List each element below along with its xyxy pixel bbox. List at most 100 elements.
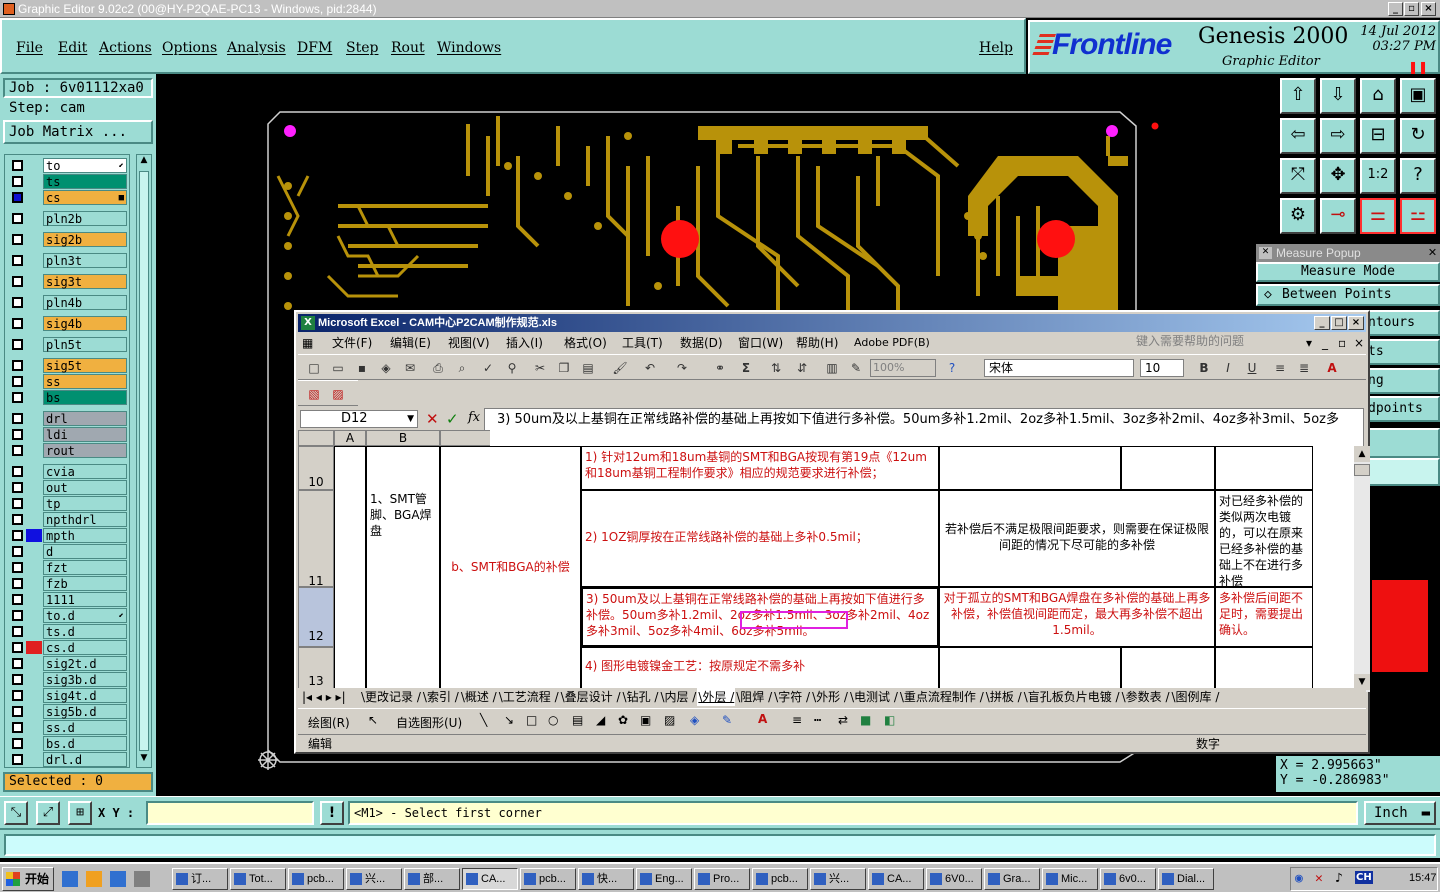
bold-icon[interactable]: B [1196, 360, 1212, 376]
tool-settings-icon[interactable]: ⚙ [1280, 198, 1316, 234]
layer-checkbox[interactable] [12, 578, 23, 589]
menu-rout[interactable]: Rout [391, 40, 425, 56]
start-button[interactable]: 开始 [2, 867, 54, 891]
excel-menu-pdf[interactable]: Adobe PDF(B) [854, 332, 930, 354]
sheet-tab[interactable]: \更改记录 / [360, 688, 422, 706]
rectangle-icon[interactable]: □ [526, 713, 537, 727]
sort-desc-icon[interactable]: ⇵ [794, 360, 810, 376]
layer-name[interactable]: sig2b [43, 232, 127, 247]
taskbar-item[interactable]: 部... [404, 868, 460, 890]
layer-name[interactable]: to.d ⬋ [43, 608, 127, 623]
layer-row-1111[interactable]: 1111 [7, 592, 129, 607]
layer-row-pln5t[interactable]: pln5t [7, 337, 129, 352]
select-pointer-icon[interactable]: ↖ [368, 713, 378, 727]
layer-name[interactable]: bs [43, 390, 127, 405]
doc-minimize-icon[interactable]: _ [1322, 332, 1328, 354]
name-box-dropdown-icon[interactable]: ▼ [407, 411, 414, 427]
pdf-mail-icon[interactable]: ▨ [330, 386, 346, 402]
layer-checkbox[interactable] [12, 376, 23, 387]
print-icon[interactable]: ⎙ [430, 360, 446, 376]
help-search-box[interactable]: 键入需要帮助的问题 [1136, 332, 1316, 350]
layer-row-rout[interactable]: rout [7, 443, 129, 458]
layer-row-d[interactable]: d [7, 544, 129, 559]
layer-name[interactable]: d [43, 544, 127, 559]
taskbar-item[interactable]: Mic... [1042, 868, 1098, 890]
layer-row-sig5t[interactable]: sig5t [7, 358, 129, 373]
excel-menu-help[interactable]: 帮助(H) [796, 332, 838, 354]
popup-close-icon[interactable]: ✕ [1426, 246, 1439, 259]
layer-checkbox[interactable] [12, 514, 23, 525]
format-painter-icon[interactable]: 🖌 [612, 360, 628, 376]
tray-ime-icon[interactable]: CH [1355, 871, 1373, 884]
draw-menu[interactable]: 绘图(R) [308, 714, 350, 731]
layer-checkbox[interactable] [12, 445, 23, 456]
layer-checkbox[interactable] [12, 546, 23, 557]
column-header-a[interactable]: A [334, 430, 366, 446]
sheet-tab[interactable]: \外层 / [697, 688, 736, 706]
layer-row-to-d[interactable]: to.d ⬋ [7, 608, 129, 623]
layer-row-pln3t[interactable]: pln3t [7, 253, 129, 268]
layer-name[interactable]: sig4b [43, 316, 127, 331]
layer-name[interactable]: sig4t.d [43, 688, 127, 703]
cell-d13[interactable]: 4) 图形电镀镍金工艺：按原规定不需多补 [581, 647, 939, 688]
menu-step[interactable]: Step [346, 40, 378, 56]
snap-icon[interactable]: ⤢ [36, 801, 60, 825]
select-all-corner[interactable] [298, 430, 334, 446]
layer-row-sig4t-d[interactable]: sig4t.d [7, 688, 129, 703]
line-color-icon[interactable]: ✎ [722, 713, 732, 727]
picture-icon[interactable]: ▨ [664, 713, 675, 727]
wordart-icon[interactable]: ◢ [596, 713, 605, 727]
tool-redraw-icon[interactable]: ↻ [1400, 118, 1436, 154]
scroll-thumb[interactable] [139, 171, 149, 751]
between-points-option[interactable]: ◇ Between Points [1256, 284, 1440, 306]
layer-name[interactable]: ss [43, 374, 127, 389]
layer-checkbox[interactable] [12, 392, 23, 403]
layer-name[interactable]: ts [43, 174, 127, 189]
layer-name[interactable]: pln4b [43, 295, 127, 310]
layer-row-bs[interactable]: bs [7, 390, 129, 405]
layer-row-ss[interactable]: ss [7, 374, 129, 389]
quick-launch-icon[interactable] [110, 871, 126, 887]
tool-center-icon[interactable]: ✥ [1320, 158, 1356, 194]
row-header-12[interactable]: 12 [298, 587, 334, 647]
row-header-11[interactable]: 11 [298, 490, 334, 588]
excel-maximize-button[interactable]: □ [1331, 316, 1347, 330]
chart-wizard-icon[interactable]: ▥ [824, 360, 840, 376]
scroll-up-icon[interactable]: ▲ [138, 155, 150, 167]
quick-launch-icon[interactable] [62, 871, 78, 887]
line-icon[interactable]: ╲ [480, 713, 487, 727]
menu-actions[interactable]: Actions [99, 40, 152, 56]
taskbar-item[interactable]: Eng... [636, 868, 692, 890]
row-header-10[interactable]: 10 [298, 446, 334, 490]
doc-close-icon[interactable]: × [1354, 332, 1364, 354]
menu-windows[interactable]: Windows [437, 40, 501, 56]
layer-name[interactable]: rout [43, 443, 127, 458]
menu-edit[interactable]: Edit [58, 40, 87, 56]
layer-name[interactable]: ts.d [43, 624, 127, 639]
layer-name[interactable]: ldi [43, 427, 127, 442]
layer-name[interactable]: fzb [43, 576, 127, 591]
column-header-b[interactable]: B [366, 430, 440, 446]
excel-scroll-thumb[interactable] [1354, 464, 1370, 476]
layer-checkbox[interactable] [12, 360, 23, 371]
layer-checkbox[interactable] [12, 176, 23, 187]
cell-g12[interactable]: 多补偿后间距不足时，需要提出确认。 [1215, 587, 1313, 647]
layer-row-cs-d[interactable]: cs.d [7, 640, 129, 655]
sheet-tab[interactable]: \参数表 / [1121, 688, 1171, 706]
new-icon[interactable]: □ [306, 360, 322, 376]
grid-icon[interactable]: ⊞ [68, 801, 92, 825]
taskbar-item[interactable]: Pro... [694, 868, 750, 890]
line-style-icon[interactable]: ≡ [792, 713, 802, 727]
layer-name[interactable]: cs.d [43, 640, 127, 655]
undo-icon[interactable]: ↶ [642, 360, 658, 376]
italic-icon[interactable]: I [1220, 360, 1236, 376]
excel-menu-window[interactable]: 窗口(W) [738, 332, 783, 354]
layer-name[interactable]: sig2t.d [43, 656, 127, 671]
cell-g10[interactable] [1215, 446, 1313, 490]
tool-snap-icon[interactable]: ⚌ [1360, 198, 1396, 234]
layer-name[interactable]: npthdrl [43, 512, 127, 527]
layer-row-ts-d[interactable]: ts.d [7, 624, 129, 639]
align-center-icon[interactable]: ≣ [1296, 360, 1312, 376]
layer-name[interactable]: to ⬋ [43, 158, 127, 173]
layer-row-pln2b[interactable]: pln2b [7, 211, 129, 226]
